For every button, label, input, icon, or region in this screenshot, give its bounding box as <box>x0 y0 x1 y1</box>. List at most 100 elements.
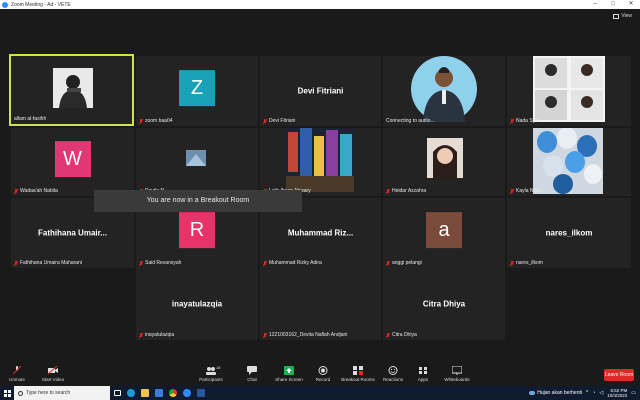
taskbar-app-store[interactable] <box>152 386 166 400</box>
apps-icon <box>419 367 427 374</box>
unmute-button[interactable]: Unmute <box>6 364 28 382</box>
system-tray: Hujan akan berhenti ^ ◔ ◁ 6:52 PM 10/4/2… <box>529 388 640 398</box>
reactions-icon <box>388 366 398 375</box>
word-icon <box>197 389 205 397</box>
video-tile[interactable]: Citra Dhiya Citra Dhiya <box>383 268 505 340</box>
participants-count: 18 <box>216 365 221 370</box>
weather-widget[interactable]: Hujan akan berhenti <box>529 390 582 396</box>
avatar: R <box>179 212 215 249</box>
participant-photo <box>286 128 354 192</box>
search-icon <box>18 390 23 396</box>
chevron-up-icon[interactable]: ^ <box>586 390 588 396</box>
participant-name: inayatulazqia <box>145 332 175 338</box>
participant-display-name: Citra Dhiya <box>422 299 466 309</box>
reactions-label: Reactions <box>382 377 403 382</box>
close-button[interactable]: ✕ <box>622 0 640 9</box>
start-video-label: Start Video <box>41 377 65 382</box>
taskbar-app-word[interactable] <box>194 386 208 400</box>
whiteboard-icon <box>452 366 462 375</box>
maximize-button[interactable]: □ <box>604 0 622 9</box>
search-placeholder: Type here to search <box>26 390 71 396</box>
muted-mic-icon <box>263 118 267 124</box>
chat-button[interactable]: Chat <box>242 364 262 382</box>
chat-label: Chat <box>247 377 257 382</box>
leave-room-button[interactable]: Leave Room <box>604 369 634 381</box>
video-tile[interactable]: Z zoom baa04 <box>136 56 258 126</box>
participants-button[interactable]: Participants 18 <box>196 364 226 382</box>
share-screen-button[interactable]: Share Screen <box>274 364 304 382</box>
participant-name: Wadaa'ah Nabila <box>20 188 58 194</box>
participant-name: Devi Fitriani <box>269 118 296 124</box>
participant-name: allam al-fasihh <box>14 116 47 122</box>
video-tile[interactable]: allam al-fasihh <box>9 54 134 126</box>
participant-display-name: Muhammad Riz... <box>287 228 354 238</box>
muted-mic-icon <box>510 260 514 266</box>
participant-name: zoom baa04 <box>145 118 173 124</box>
taskbar-search-box[interactable]: Type here to search <box>14 386 110 400</box>
muted-mic-icon <box>510 118 514 124</box>
participants-label: Participants <box>199 377 223 382</box>
breakout-rooms-icon <box>353 366 363 375</box>
participant-name: Kayla Nailur <box>516 188 543 194</box>
avatar: Z <box>179 70 215 107</box>
notification-icon[interactable]: ▭ <box>631 390 636 396</box>
muted-mic-icon <box>14 260 18 266</box>
video-tile[interactable]: Laily Ihsan Ahwary <box>260 128 381 196</box>
participant-name: Citra Dhiya <box>392 332 417 338</box>
muted-mic-icon <box>386 332 390 338</box>
clock[interactable]: 6:52 PM 10/4/2022 <box>607 388 627 398</box>
video-tile[interactable]: Nada Syifa <box>507 56 631 126</box>
breakout-rooms-button[interactable]: Breakout Rooms <box>340 364 376 382</box>
breakout-rooms-label: Breakout Rooms <box>341 377 375 382</box>
video-tile[interactable]: inayatulazqia inayatulazqia <box>136 268 258 340</box>
video-tile[interactable]: Heidar Azzahra <box>383 128 505 196</box>
wifi-icon[interactable]: ◔ <box>592 390 595 396</box>
video-tile[interactable]: Kayla Nailur <box>507 128 631 196</box>
muted-mic-icon <box>12 366 22 375</box>
video-off-icon <box>48 366 58 375</box>
minimize-button[interactable]: – <box>586 0 604 9</box>
chat-icon <box>247 366 257 375</box>
clock-date: 10/4/2022 <box>607 393 628 398</box>
taskbar-app-edge[interactable] <box>124 386 138 400</box>
start-video-button[interactable]: Start Video <box>38 364 68 382</box>
unmute-label: Unmute <box>9 377 25 382</box>
weather-text: Hujan akan berhenti <box>537 390 582 396</box>
muted-mic-icon <box>263 332 267 338</box>
record-button[interactable]: Record <box>312 364 334 382</box>
store-icon <box>155 389 163 397</box>
video-tile[interactable]: nares_ilkom nares_ilkom <box>507 198 631 268</box>
video-tile[interactable]: Devi Fitriani Devi Fitriani <box>260 56 381 126</box>
video-tile[interactable]: 1221003162_Devita Naflah Andjani <box>260 268 381 340</box>
zoom-icon <box>183 389 191 397</box>
muted-mic-icon <box>510 188 514 194</box>
taskbar-app-explorer[interactable] <box>138 386 152 400</box>
title-bar: Zoom Meeting - Ad - VETE – □ ✕ <box>0 0 640 9</box>
view-button[interactable]: View <box>613 13 632 19</box>
task-view-icon <box>113 390 121 396</box>
reactions-button[interactable]: Reactions <box>380 364 406 382</box>
windows-taskbar: Type here to search Hujan akan berhenti … <box>0 386 640 400</box>
video-tile[interactable]: a anggi pelangi <box>383 198 505 268</box>
video-tile[interactable]: Connecting to audio... <box>383 56 505 126</box>
participant-photo <box>533 56 605 122</box>
cloud-icon <box>529 391 536 395</box>
edge-icon <box>127 389 135 397</box>
video-tile[interactable]: Devita N <box>136 128 258 196</box>
volume-icon[interactable]: ◁ <box>599 390 603 396</box>
start-button[interactable] <box>0 386 14 400</box>
whiteboards-button[interactable]: Whiteboards <box>442 364 472 382</box>
muted-mic-icon <box>139 332 143 338</box>
taskbar-app-zoom[interactable] <box>180 386 194 400</box>
muted-mic-icon <box>263 260 267 266</box>
participant-photo <box>411 56 477 122</box>
participant-name: 1221003162_Devita Naflah Andjani <box>269 332 348 338</box>
task-view-button[interactable] <box>110 386 124 400</box>
video-tile[interactable]: W Wadaa'ah Nabila <box>11 128 134 196</box>
zoom-window: Zoom Meeting - Ad - VETE – □ ✕ View alla… <box>0 0 640 400</box>
muted-mic-icon <box>386 188 390 194</box>
muted-mic-icon <box>139 260 143 266</box>
taskbar-app-chrome[interactable] <box>166 386 180 400</box>
participant-name: Said Revansyah <box>145 260 182 266</box>
apps-button[interactable]: Apps <box>414 364 432 382</box>
